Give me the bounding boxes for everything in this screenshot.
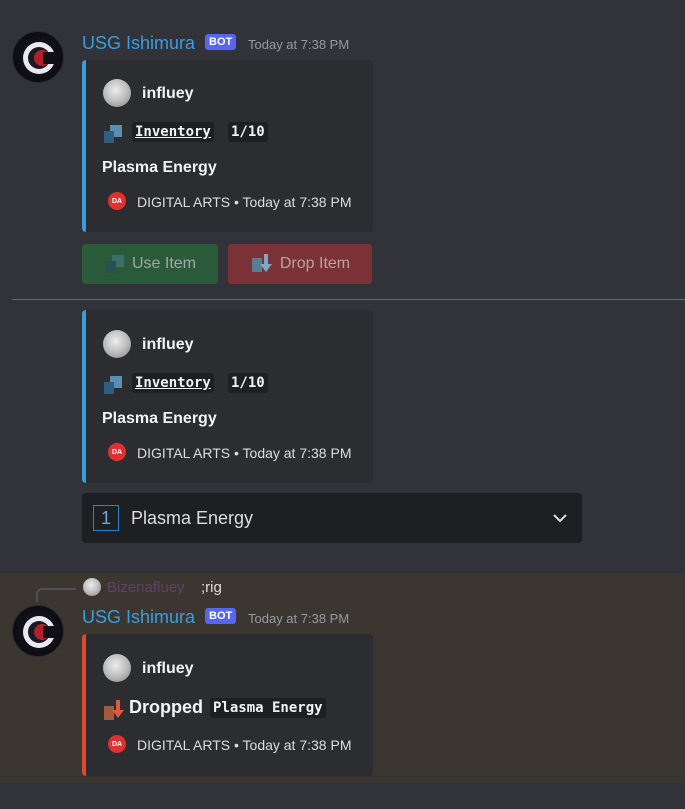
digital-arts-icon: DA [108,735,126,753]
embed-author[interactable]: influey [142,336,194,354]
drop-item-label: Drop Item [279,255,351,272]
reply-text[interactable]: ;rig [201,579,222,596]
dropped-embed: influey Dropped Plasma Energy DA DIGITAL… [82,634,373,776]
drop-icon [251,254,272,272]
bot-avatar-icon [23,616,59,648]
item-select-dropdown[interactable]: 1 Plasma Energy [82,493,582,543]
number-1-icon: 1 [93,505,119,531]
bot-avatar[interactable] [12,605,64,657]
drop-item-button[interactable]: Drop Item [228,244,372,284]
bot-tag: BOT [205,608,237,624]
inventory-icon [105,255,124,273]
author-avatar-icon[interactable] [103,79,131,107]
item-name: Plasma Energy [102,410,217,427]
reply-username[interactable]: Bizenafluey [107,579,185,596]
embed-author[interactable]: influey [142,660,194,678]
inventory-link[interactable]: Inventory [132,122,214,142]
bot-username[interactable]: USG Ishimura [82,33,195,54]
author-avatar-icon[interactable] [103,654,131,682]
digital-arts-icon: DA [108,443,126,461]
message-timestamp[interactable]: Today at 7:38 PM [248,37,349,52]
select-value: Plasma Energy [131,507,254,528]
use-item-button[interactable]: Use Item [82,244,218,284]
bot-tag: BOT [205,34,237,50]
inventory-link[interactable]: Inventory [132,373,214,393]
inventory-icon [104,125,122,143]
inventory-icon [104,376,122,394]
drop-icon [104,700,124,720]
dropped-label: Dropped [129,697,203,717]
digital-arts-icon: DA [108,192,126,210]
inventory-embed: influey Inventory 1/10 Plasma Energy DA … [82,310,373,483]
item-name: Plasma Energy [102,159,217,176]
message-timestamp[interactable]: Today at 7:38 PM [248,611,349,626]
chevron-down-icon[interactable] [552,513,568,523]
author-avatar-icon[interactable] [103,330,131,358]
embed-footer: DIGITAL ARTS • Today at 7:38 PM [137,737,352,753]
embed-author[interactable]: influey [142,85,194,103]
reply-connector [36,588,76,602]
embed-footer: DIGITAL ARTS • Today at 7:38 PM [137,194,352,210]
inventory-count: 1/10 [228,122,268,142]
inventory-count: 1/10 [228,373,268,393]
embed-footer: DIGITAL ARTS • Today at 7:38 PM [137,445,352,461]
new-messages-divider [12,299,685,300]
inventory-embed: influey Inventory 1/10 Plasma Energy DA … [82,60,373,232]
bot-avatar-icon [23,42,59,74]
bot-username[interactable]: USG Ishimura [82,607,195,628]
bot-avatar[interactable] [12,31,64,83]
dropped-item: Plasma Energy [210,698,326,718]
reply-avatar-icon[interactable] [83,578,101,596]
use-item-label: Use Item [131,255,196,272]
